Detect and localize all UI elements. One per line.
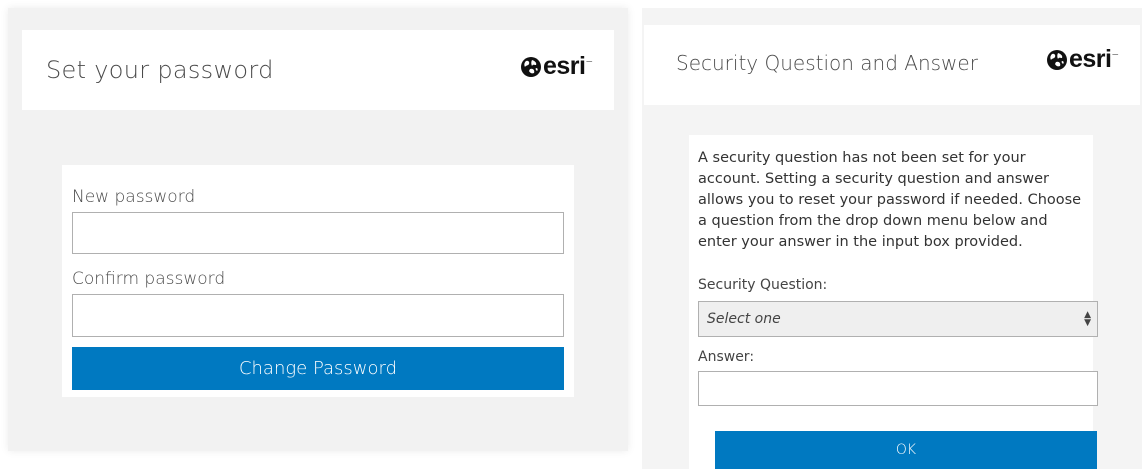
security-question-panel: Security Question and Answer esri ¯ A sec… [642, 8, 1142, 469]
security-question-form: A security question has not been set for… [689, 135, 1098, 469]
ok-button[interactable]: OK [715, 431, 1097, 469]
logo-wordmark: esri [542, 52, 586, 80]
globe-icon [520, 56, 541, 77]
page-title: Set your password [46, 56, 274, 84]
globe-icon [1046, 49, 1067, 70]
set-password-form: New password Confirm password Change Pas… [62, 165, 574, 397]
set-password-header: Set your password esri ¯ [22, 30, 614, 110]
set-password-panel: Set your password esri ¯ New password Con… [8, 8, 628, 451]
security-question-selected: Select one [707, 311, 781, 327]
confirm-password-input[interactable] [72, 294, 564, 337]
security-question-header: Security Question and Answer esri ¯ [644, 25, 1140, 105]
updown-arrows-icon: ▲ ▼ [1084, 310, 1091, 328]
security-question-select[interactable]: Select one ▲ ▼ [698, 301, 1098, 337]
page-title: Security Question and Answer [676, 51, 978, 75]
new-password-input[interactable] [72, 212, 564, 254]
logo-wordmark: esri [1068, 45, 1112, 73]
new-password-label: New password [72, 187, 196, 207]
change-password-button[interactable]: Change Password [72, 347, 564, 390]
security-question-label: Security Question: [698, 277, 828, 293]
security-question-intro: A security question has not been set for… [698, 150, 1082, 250]
confirm-password-label: Confirm password [72, 269, 226, 289]
esri-logo: esri ¯ [520, 54, 592, 79]
answer-input[interactable] [698, 371, 1098, 406]
answer-label: Answer: [698, 349, 755, 365]
esri-logo: esri ¯ [1046, 47, 1118, 72]
